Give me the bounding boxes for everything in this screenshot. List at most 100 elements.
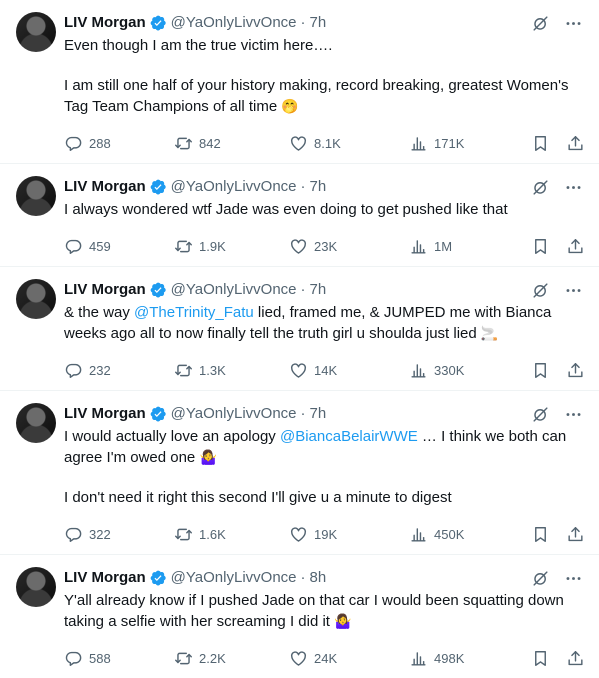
reply-button[interactable]: 459 [64,237,174,256]
timestamp[interactable]: 8h [310,568,327,588]
tweet-text: I always wondered wtf Jade was even doin… [64,200,583,220]
separator-dot: · [300,178,306,195]
views-button[interactable]: 498K [409,649,529,668]
verified-badge-icon [150,179,166,195]
like-button[interactable]: 24K [289,649,409,668]
like-count: 23K [314,238,338,254]
handle[interactable]: @YaOnlyLivvOnce [171,13,297,33]
views-count: 171K [434,135,465,151]
bookmark-icon[interactable] [531,134,550,153]
avatar[interactable] [16,12,56,52]
reply-button[interactable]: 322 [64,525,174,544]
bookmark-icon[interactable] [531,525,550,544]
handle[interactable]: @YaOnlyLivvOnce [171,177,297,197]
handle[interactable]: @YaOnlyLivvOnce [171,568,297,588]
timestamp[interactable]: 7h [310,13,327,33]
tweet-header: LIV Morgan @YaOnlyLivvOnce · 7h [64,279,583,301]
mention-link[interactable]: @TheTrinity_Fatu [134,304,254,321]
tweet[interactable]: LIV Morgan @YaOnlyLivvOnce · 7h I always… [0,164,599,267]
separator-dot: · [300,569,306,586]
tweet-text-segment: Y'all already know if I pushed Jade on t… [64,592,564,630]
timestamp[interactable]: 7h [310,404,327,424]
reply-button[interactable]: 232 [64,361,174,380]
tweet[interactable]: LIV Morgan @YaOnlyLivvOnce · 8h Y'all al… [0,555,599,678]
avatar[interactable] [16,279,56,319]
reply-icon [65,651,82,666]
tweet[interactable]: LIV Morgan @YaOnlyLivvOnce · 7h Even tho… [0,0,599,164]
mention-link[interactable]: @BiancaBelairWWE [280,428,418,445]
timestamp[interactable]: 7h [310,280,327,300]
grok-icon[interactable] [531,178,550,197]
heart-icon [291,526,306,542]
bookmark-icon[interactable] [531,237,550,256]
reply-button[interactable]: 588 [64,649,174,668]
more-icon[interactable] [564,281,583,300]
share-icon[interactable] [566,525,585,544]
reply-count: 288 [89,135,111,151]
reply-icon [65,136,82,151]
share-icon[interactable] [566,649,585,668]
verified-badge-icon [150,282,166,298]
views-button[interactable]: 450K [409,525,529,544]
emoji: 🚬 [480,325,499,341]
share-icon[interactable] [566,237,585,256]
bookmark-icon[interactable] [531,649,550,668]
avatar[interactable] [16,176,56,216]
more-icon[interactable] [564,405,583,424]
views-count: 1M [434,238,453,254]
like-count: 19K [314,526,338,542]
retweet-button[interactable]: 1.3K [174,361,289,380]
heart-icon [291,362,306,378]
share-icon[interactable] [566,134,585,153]
action-bar: 588 2.2K 24K 498K [64,638,583,678]
reply-button[interactable]: 288 [64,134,174,153]
like-button[interactable]: 19K [289,525,409,544]
grok-icon[interactable] [531,281,550,300]
tweet-text: & the way @TheTrinity_Fatu lied, framed … [64,303,583,344]
timestamp[interactable]: 7h [310,177,327,197]
share-icon[interactable] [566,361,585,380]
display-name[interactable]: LIV Morgan [64,404,146,424]
verified-badge-icon [150,570,166,586]
tweet-text-segment: I always wondered wtf Jade was even doin… [64,201,508,218]
handle[interactable]: @YaOnlyLivvOnce [171,404,297,424]
handle[interactable]: @YaOnlyLivvOnce [171,280,297,300]
more-icon[interactable] [564,14,583,33]
display-name[interactable]: LIV Morgan [64,177,146,197]
tweet-header: LIV Morgan @YaOnlyLivvOnce · 7h [64,12,583,34]
grok-icon[interactable] [531,14,550,33]
views-button[interactable]: 1M [409,237,529,256]
action-bar: 459 1.9K 23K 1M [64,226,583,266]
separator-dot: · [300,14,306,31]
retweet-button[interactable]: 1.6K [174,525,289,544]
avatar[interactable] [16,403,56,443]
display-name[interactable]: LIV Morgan [64,568,146,588]
like-button[interactable]: 8.1K [289,134,409,153]
retweet-count: 842 [199,135,221,151]
tweet-text: Y'all already know if I pushed Jade on t… [64,591,583,632]
retweet-button[interactable]: 842 [174,134,289,153]
views-icon [411,239,426,254]
views-button[interactable]: 171K [409,134,529,153]
retweet-count: 1.3K [199,362,226,378]
retweet-button[interactable]: 2.2K [174,649,289,668]
tweet[interactable]: LIV Morgan @YaOnlyLivvOnce · 7h I would … [0,391,599,555]
display-name[interactable]: LIV Morgan [64,13,146,33]
action-bar: 232 1.3K 14K 330K [64,350,583,390]
separator-dot: · [300,281,306,298]
tweet-paragraph: Y'all already know if I pushed Jade on t… [64,591,583,632]
retweet-icon [175,528,192,540]
retweet-button[interactable]: 1.9K [174,237,289,256]
grok-icon[interactable] [531,405,550,424]
like-button[interactable]: 23K [289,237,409,256]
display-name[interactable]: LIV Morgan [64,280,146,300]
bookmark-icon[interactable] [531,361,550,380]
tweet[interactable]: LIV Morgan @YaOnlyLivvOnce · 7h & the wa… [0,267,599,391]
more-icon[interactable] [564,569,583,588]
tweet-text: Even though I am the true victim here…. I… [64,36,583,117]
avatar[interactable] [16,567,56,607]
more-icon[interactable] [564,178,583,197]
views-button[interactable]: 330K [409,361,529,380]
like-button[interactable]: 14K [289,361,409,380]
grok-icon[interactable] [531,569,550,588]
